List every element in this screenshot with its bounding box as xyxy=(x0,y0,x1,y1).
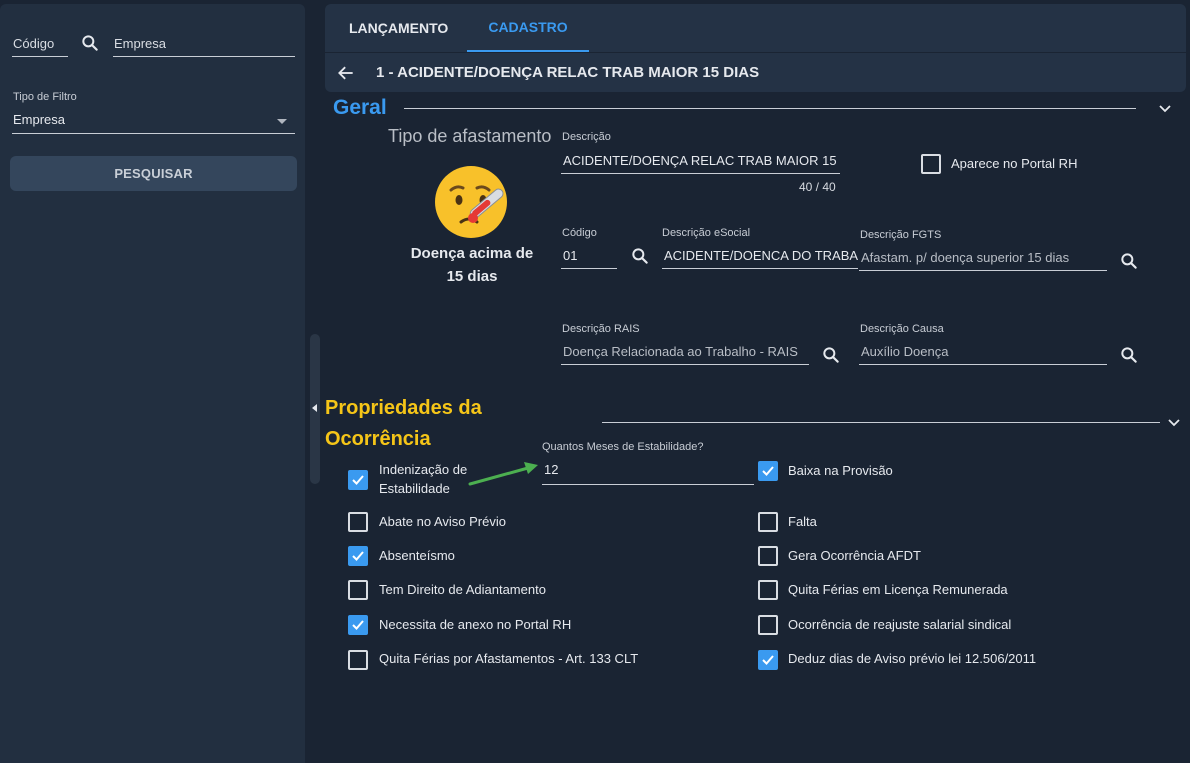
filter-sidebar: Código Empresa Tipo de Filtro Empresa PE… xyxy=(0,4,305,763)
baixa-provisao-checkbox[interactable] xyxy=(758,461,778,481)
tipo-filtro-select[interactable]: Empresa xyxy=(12,108,295,134)
gera-ocorrencia-afdt-checkbox[interactable] xyxy=(758,546,778,566)
falta-label: Falta xyxy=(788,514,817,529)
reajuste-salarial-checkbox[interactable] xyxy=(758,615,778,635)
search-icon[interactable] xyxy=(1119,251,1139,271)
check-icon xyxy=(352,551,364,561)
meses-estabilidade-value: 12 xyxy=(544,462,559,477)
absenteismo-checkbox[interactable] xyxy=(348,546,368,566)
anexo-portal-rh-checkbox[interactable] xyxy=(348,615,368,635)
meses-estabilidade-input[interactable]: 12 xyxy=(542,459,754,485)
arrow-left-icon[interactable] xyxy=(336,63,356,83)
indenizacao-estabilidade-label: Indenização de Estabilidade xyxy=(379,460,467,498)
green-arrow-icon xyxy=(468,462,538,486)
codigo-filter-label: Código xyxy=(13,36,55,51)
face-with-thermometer-icon xyxy=(435,166,507,238)
abate-aviso-previo-label: Abate no Aviso Prévio xyxy=(379,514,506,529)
codigo-value: 01 xyxy=(563,248,578,263)
chevron-down-icon[interactable] xyxy=(1158,104,1172,114)
tab-lancamento[interactable]: LANÇAMENTO xyxy=(349,4,448,52)
codigo-input[interactable]: 01 xyxy=(561,245,617,269)
quita-ferias-licenca-label: Quita Férias em Licença Remunerada xyxy=(788,582,1008,597)
empresa-filter-label: Empresa xyxy=(114,36,167,51)
tipo-filtro-value: Empresa xyxy=(13,112,66,127)
esocial-value: ACIDENTE/DOENCA DO TRABALHO xyxy=(664,248,858,263)
descricao-value: ACIDENTE/DOENÇA RELAC TRAB MAIOR 15 DI xyxy=(563,153,840,168)
quita-ferias-afastamentos-checkbox[interactable] xyxy=(348,650,368,670)
rais-value: Doença Relacionada ao Trabalho - RAIS xyxy=(563,344,798,359)
codigo-filter-input[interactable]: Código xyxy=(12,28,68,57)
descricao-label: Descrição xyxy=(562,131,611,143)
check-icon xyxy=(352,475,364,485)
collapse-left-icon xyxy=(312,404,317,412)
absenteismo-label: Absenteísmo xyxy=(379,548,455,563)
check-icon xyxy=(762,655,774,665)
fgts-input[interactable]: Afastam. p/ doença superior 15 dias xyxy=(859,247,1107,271)
tipo-afastamento-caption: Doença acima de 15 dias xyxy=(410,245,534,285)
quita-ferias-afastamentos-label: Quita Férias por Afastamentos - Art. 133… xyxy=(379,651,639,666)
descricao-char-counter: 40 / 40 xyxy=(799,180,836,194)
section-title-line2: Ocorrência xyxy=(325,428,431,450)
meses-estabilidade-label: Quantos Meses de Estabilidade? xyxy=(542,441,704,453)
gera-ocorrencia-afdt-label: Gera Ocorrência AFDT xyxy=(788,548,921,563)
page-title: 1 - ACIDENTE/DOENÇA RELAC TRAB MAIOR 15 … xyxy=(376,64,760,81)
reajuste-salarial-label: Ocorrência de reajuste salarial sindical xyxy=(788,617,1012,632)
fgts-value: Afastam. p/ doença superior 15 dias xyxy=(861,250,1070,265)
dropdown-caret-icon xyxy=(277,119,287,124)
esocial-input[interactable]: ACIDENTE/DOENCA DO TRABALHO xyxy=(662,245,858,269)
rais-input[interactable]: Doença Relacionada ao Trabalho - RAIS xyxy=(561,341,809,365)
pesquisar-button[interactable]: PESQUISAR xyxy=(10,156,297,191)
direito-adiantamento-label: Tem Direito de Adiantamento xyxy=(379,582,546,597)
section-title-geral: Geral xyxy=(333,96,387,119)
portal-rh-checkbox[interactable] xyxy=(921,154,941,174)
search-icon[interactable] xyxy=(630,246,650,266)
page-header: LANÇAMENTO CADASTRO 1 - ACIDENTE/DOENÇA … xyxy=(325,4,1186,92)
label-line: Indenização de xyxy=(379,462,468,477)
descricao-input[interactable]: ACIDENTE/DOENÇA RELAC TRAB MAIOR 15 DI xyxy=(561,150,840,174)
deduz-aviso-previo-checkbox[interactable] xyxy=(758,650,778,670)
sidebar-collapse-handle[interactable] xyxy=(310,334,320,484)
quita-ferias-licenca-checkbox[interactable] xyxy=(758,580,778,600)
indenizacao-estabilidade-checkbox[interactable] xyxy=(348,470,368,490)
section-divider xyxy=(602,422,1160,423)
esocial-label: Descrição eSocial xyxy=(662,227,751,239)
search-icon[interactable] xyxy=(1119,345,1139,365)
rais-label: Descrição RAIS xyxy=(562,323,640,335)
direito-adiantamento-checkbox[interactable] xyxy=(348,580,368,600)
tipo-afastamento-label: Tipo de afastamento xyxy=(388,126,552,146)
check-icon xyxy=(762,466,774,476)
deduz-aviso-previo-label: Deduz dias de Aviso prévio lei 12.506/20… xyxy=(788,651,1037,666)
causa-value: Auxílio Doença xyxy=(861,344,949,359)
section-divider xyxy=(404,108,1136,109)
portal-rh-label: Aparece no Portal RH xyxy=(951,156,1078,171)
header-divider xyxy=(325,52,1186,53)
section-title-line1: Propriedades da xyxy=(325,397,482,419)
fgts-label: Descrição FGTS xyxy=(860,229,942,241)
falta-checkbox[interactable] xyxy=(758,512,778,532)
section-title-propriedades: Propriedades da Ocorrência xyxy=(325,393,525,455)
abate-aviso-previo-checkbox[interactable] xyxy=(348,512,368,532)
search-icon[interactable] xyxy=(821,345,841,365)
tab-cadastro[interactable]: CADASTRO xyxy=(467,4,589,52)
search-icon[interactable] xyxy=(80,33,100,53)
check-icon xyxy=(352,620,364,630)
label-line: Estabilidade xyxy=(379,481,450,496)
baixa-provisao-label: Baixa na Provisão xyxy=(788,463,893,478)
empresa-filter-input[interactable]: Empresa xyxy=(113,28,295,57)
anexo-portal-rh-label: Necessita de anexo no Portal RH xyxy=(379,617,572,632)
causa-input[interactable]: Auxílio Doença xyxy=(859,341,1107,365)
codigo-label: Código xyxy=(562,227,597,239)
tipo-filtro-label: Tipo de Filtro xyxy=(13,91,77,103)
chevron-down-icon[interactable] xyxy=(1167,418,1181,428)
causa-label: Descrição Causa xyxy=(860,323,944,335)
